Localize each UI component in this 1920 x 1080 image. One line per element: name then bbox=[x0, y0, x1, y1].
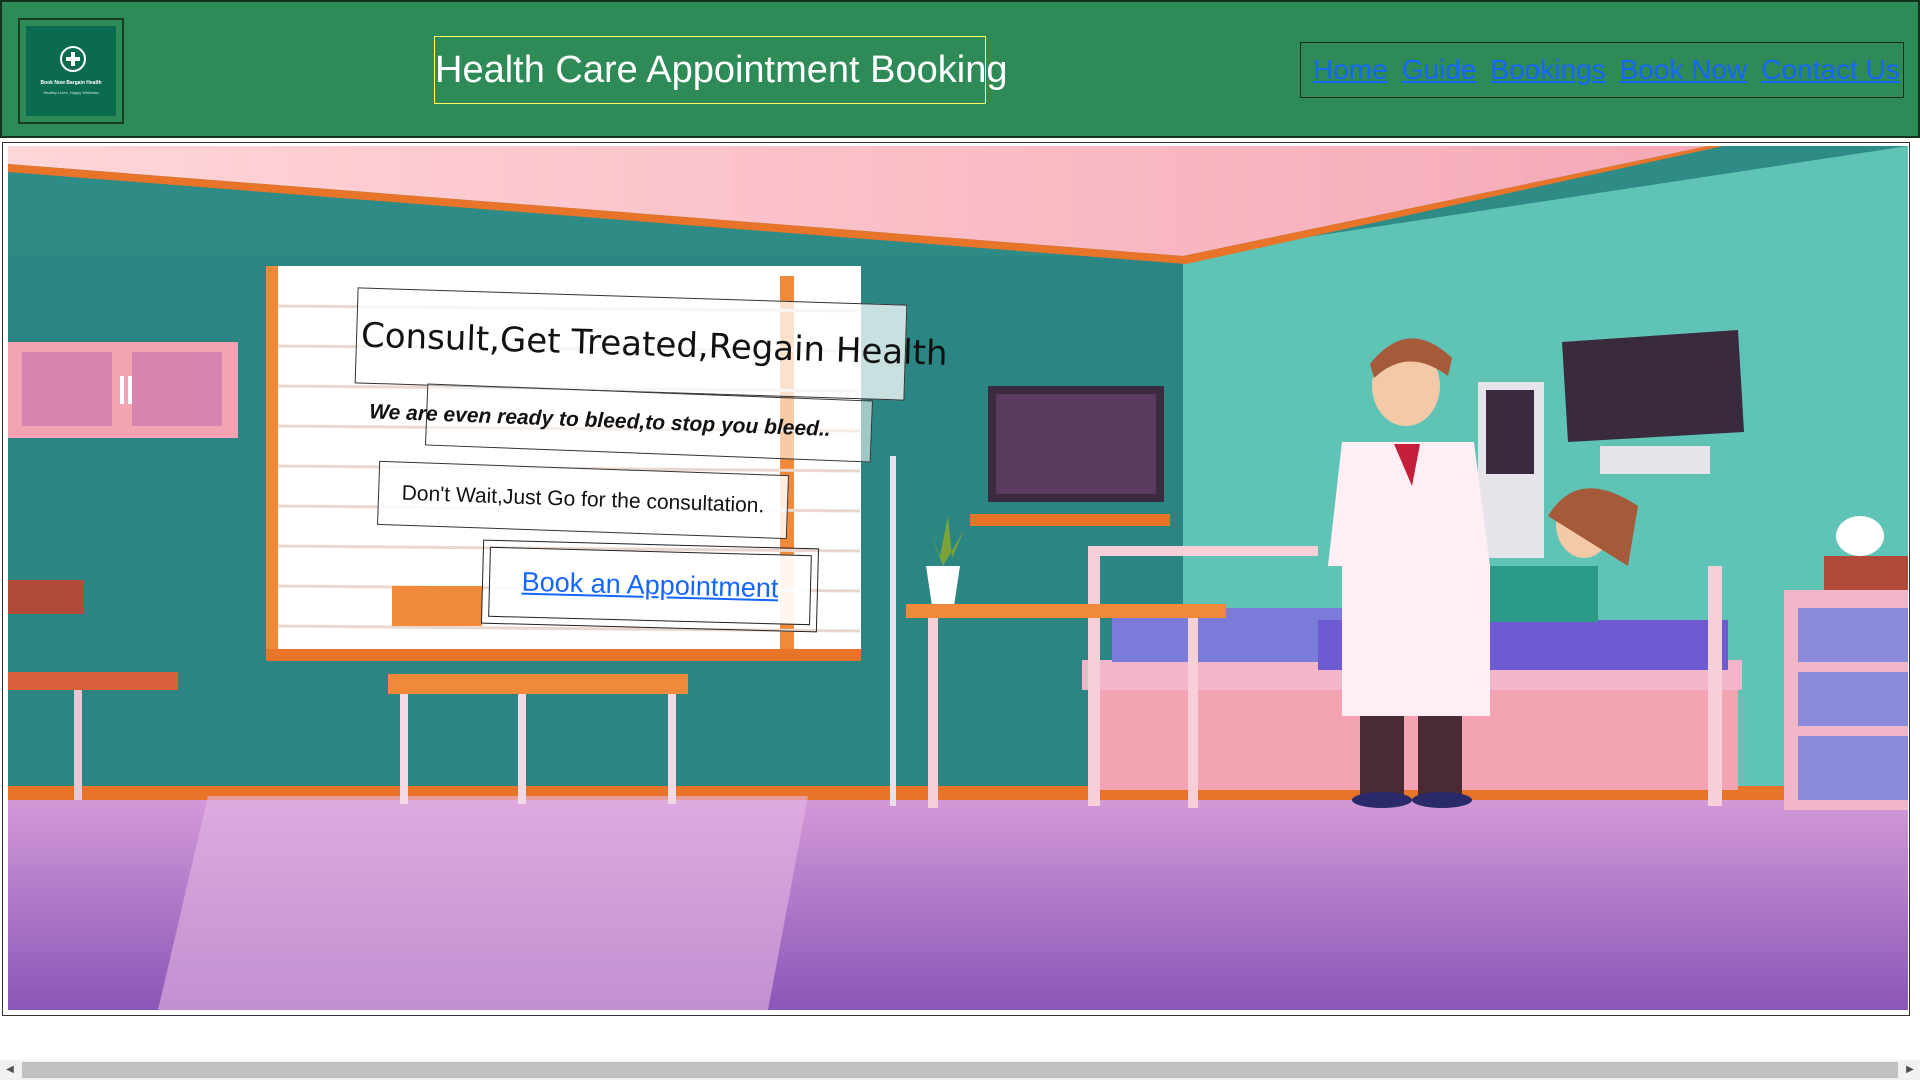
hero-banner: Consult,Get Treated,Regain Health We are… bbox=[8, 146, 1908, 1010]
side-table bbox=[906, 604, 1226, 618]
page-title: Health Care Appointment Booking bbox=[434, 36, 1007, 104]
hospital-room-illustration bbox=[8, 146, 1908, 1010]
wall-monitor bbox=[1562, 330, 1744, 442]
nav-link-bookings[interactable]: Bookings bbox=[1490, 54, 1605, 86]
logo-frame[interactable]: Book Now Bargain Health Healthy Lives. H… bbox=[18, 18, 124, 124]
book-appointment-link[interactable]: Book an Appointment bbox=[488, 546, 812, 626]
nav-link-book-now[interactable]: Book Now bbox=[1620, 54, 1748, 86]
main-nav: Home Guide Bookings Book Now Contact Us bbox=[1300, 42, 1904, 98]
scroll-left-icon[interactable]: ◀ bbox=[2, 1060, 18, 1080]
logo-tagline: Healthy Lives. Happy Wellness bbox=[43, 90, 99, 95]
logo[interactable]: Book Now Bargain Health Healthy Lives. H… bbox=[26, 26, 116, 116]
logo-name: Book Now Bargain Health bbox=[40, 80, 102, 86]
scroll-right-icon[interactable]: ▶ bbox=[1902, 1060, 1918, 1080]
medical-cross-icon bbox=[60, 46, 86, 72]
nav-link-contact-us[interactable]: Contact Us bbox=[1761, 54, 1900, 86]
site-header: Book Now Bargain Health Healthy Lives. H… bbox=[0, 0, 1920, 138]
book-appointment-frame: Book an Appointment bbox=[480, 539, 820, 633]
nav-link-home[interactable]: Home bbox=[1313, 54, 1388, 86]
nav-link-guide[interactable]: Guide bbox=[1402, 54, 1477, 86]
horizontal-scrollbar-thumb[interactable] bbox=[22, 1062, 1898, 1078]
